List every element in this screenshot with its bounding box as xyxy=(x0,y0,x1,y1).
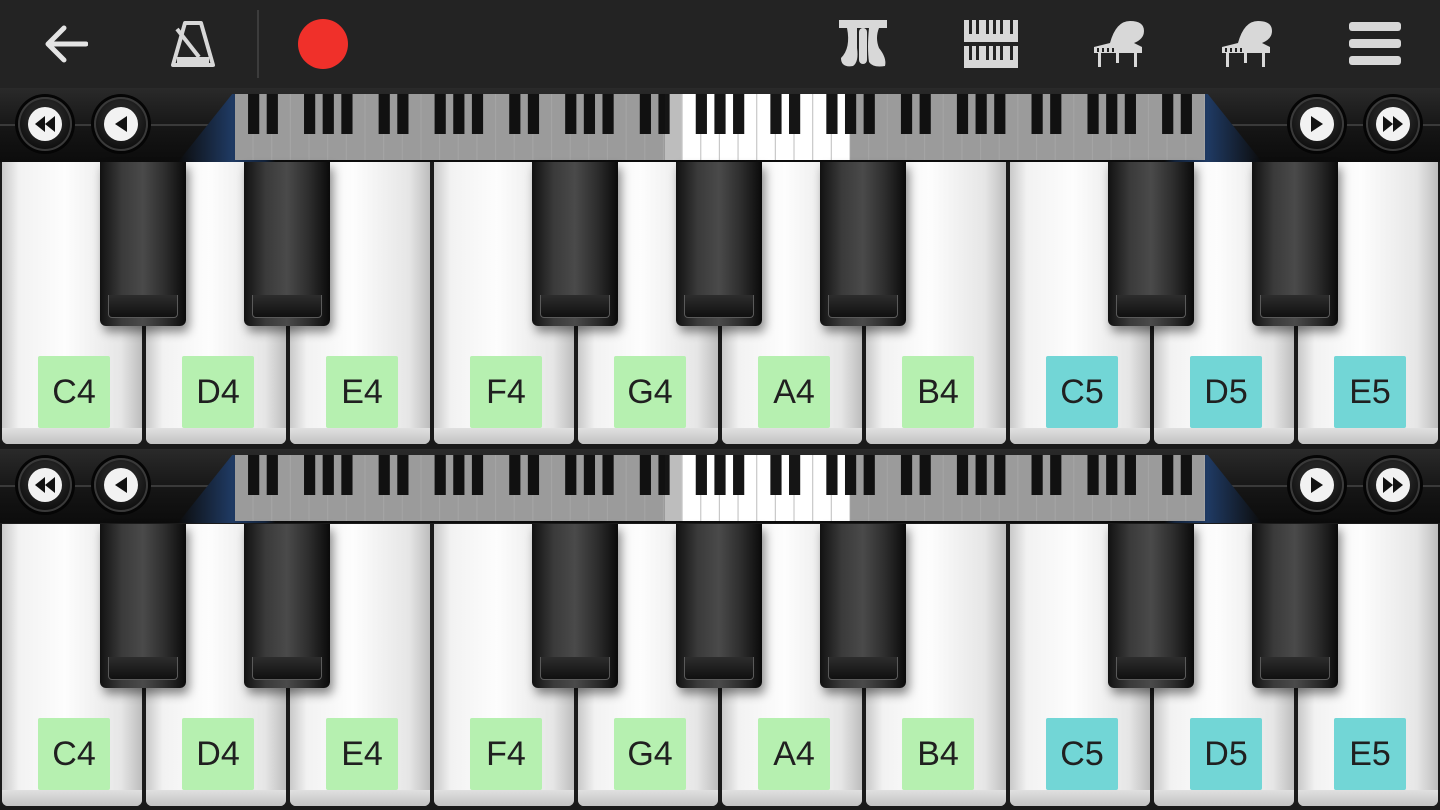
note-label: F4 xyxy=(470,718,542,790)
note-label: D4 xyxy=(182,718,254,790)
mini-shade xyxy=(850,455,1205,521)
mini-black-key xyxy=(770,455,782,495)
keyboard-layout-icon xyxy=(964,20,1018,68)
mini-black-key xyxy=(695,455,707,495)
piano-mode-icon xyxy=(839,20,887,67)
fast-rewind-icon xyxy=(35,477,55,493)
note-label: C4 xyxy=(38,356,110,428)
note-label: E5 xyxy=(1334,718,1406,790)
note-label: C4 xyxy=(38,718,110,790)
fast-forward-icon xyxy=(1383,477,1403,493)
mini-shade xyxy=(235,94,665,160)
note-label: E4 xyxy=(326,356,398,428)
piano-mode-button[interactable] xyxy=(818,0,908,88)
mini-black-key xyxy=(789,94,801,134)
mini-keyboard[interactable] xyxy=(235,94,1205,160)
note-label: B4 xyxy=(902,718,974,790)
fast-rewind-icon xyxy=(35,116,55,132)
black-key[interactable] xyxy=(676,162,762,326)
rewind-button[interactable] xyxy=(94,97,148,151)
black-key[interactable] xyxy=(244,524,330,688)
fast-forward-button[interactable] xyxy=(1366,458,1420,512)
mini-shade xyxy=(235,455,665,521)
keyboard-navigator-lower xyxy=(0,449,1440,523)
mini-black-key xyxy=(770,94,782,134)
black-key[interactable] xyxy=(1108,524,1194,688)
metronome-button[interactable] xyxy=(148,0,238,88)
black-key[interactable] xyxy=(532,524,618,688)
forward-button[interactable] xyxy=(1290,97,1344,151)
note-label: G4 xyxy=(614,718,686,790)
note-label: D4 xyxy=(182,356,254,428)
rewind-button[interactable] xyxy=(94,458,148,512)
menu-button[interactable] xyxy=(1330,0,1420,88)
mini-black-key xyxy=(695,94,707,134)
mini-keyboard-overview[interactable] xyxy=(178,94,1262,162)
menu-icon xyxy=(1349,22,1401,65)
black-key[interactable] xyxy=(244,162,330,326)
piano-keyboard-lower: C4 D4 E4 F4 G4 A4 B4 C5 D5 E5 xyxy=(0,524,1440,810)
record-icon xyxy=(298,19,348,69)
black-key[interactable] xyxy=(1252,162,1338,326)
forward-icon xyxy=(1311,116,1323,132)
note-label: F4 xyxy=(470,356,542,428)
mini-black-key xyxy=(733,455,745,495)
mini-black-key xyxy=(826,455,838,495)
mini-black-key xyxy=(733,94,745,134)
black-key[interactable] xyxy=(676,524,762,688)
note-label: B4 xyxy=(902,356,974,428)
note-label: C5 xyxy=(1046,718,1118,790)
rewind-icon xyxy=(115,116,127,132)
mini-keyboard[interactable] xyxy=(235,455,1205,521)
record-button[interactable] xyxy=(280,0,366,88)
black-key[interactable] xyxy=(1252,524,1338,688)
black-key[interactable] xyxy=(532,162,618,326)
mini-black-key xyxy=(714,94,726,134)
mini-black-key xyxy=(826,94,838,134)
note-label: C5 xyxy=(1046,356,1118,428)
black-key[interactable] xyxy=(100,524,186,688)
mini-keyboard-overview[interactable] xyxy=(178,455,1262,523)
note-label: D5 xyxy=(1190,718,1262,790)
black-key[interactable] xyxy=(820,524,906,688)
fast-rewind-button[interactable] xyxy=(18,97,72,151)
forward-icon xyxy=(1311,477,1323,493)
top-toolbar xyxy=(0,0,1440,88)
note-label: E4 xyxy=(326,718,398,790)
back-button[interactable] xyxy=(20,0,110,88)
grand-piano-icon xyxy=(1094,21,1144,67)
grand-piano-button[interactable] xyxy=(1074,0,1164,88)
note-label: G4 xyxy=(614,356,686,428)
mini-shade xyxy=(850,94,1205,160)
keyboard-navigator-upper xyxy=(0,88,1440,162)
black-key[interactable] xyxy=(100,162,186,326)
grand-piano-alt-button[interactable] xyxy=(1202,0,1292,88)
back-arrow-icon xyxy=(45,25,88,63)
black-key[interactable] xyxy=(1108,162,1194,326)
note-label: E5 xyxy=(1334,356,1406,428)
keyboard-layout-button[interactable] xyxy=(946,0,1036,88)
rewind-icon xyxy=(115,477,127,493)
piano-keyboard-upper: C4 D4 E4 F4 G4 A4 B4 C5 D5 E5 xyxy=(0,162,1440,448)
note-label: A4 xyxy=(758,718,830,790)
forward-button[interactable] xyxy=(1290,458,1344,512)
mini-black-key xyxy=(789,455,801,495)
fast-forward-icon xyxy=(1383,116,1403,132)
note-label: A4 xyxy=(758,356,830,428)
mini-keyboard-keys xyxy=(235,94,1205,160)
metronome-icon xyxy=(171,21,215,67)
mini-black-key xyxy=(714,455,726,495)
fast-rewind-button[interactable] xyxy=(18,458,72,512)
fast-forward-button[interactable] xyxy=(1366,97,1420,151)
note-label: D5 xyxy=(1190,356,1262,428)
mini-keyboard-keys xyxy=(235,455,1205,521)
black-key[interactable] xyxy=(820,162,906,326)
toolbar-divider xyxy=(257,10,259,78)
grand-piano-alt-icon xyxy=(1222,21,1272,67)
